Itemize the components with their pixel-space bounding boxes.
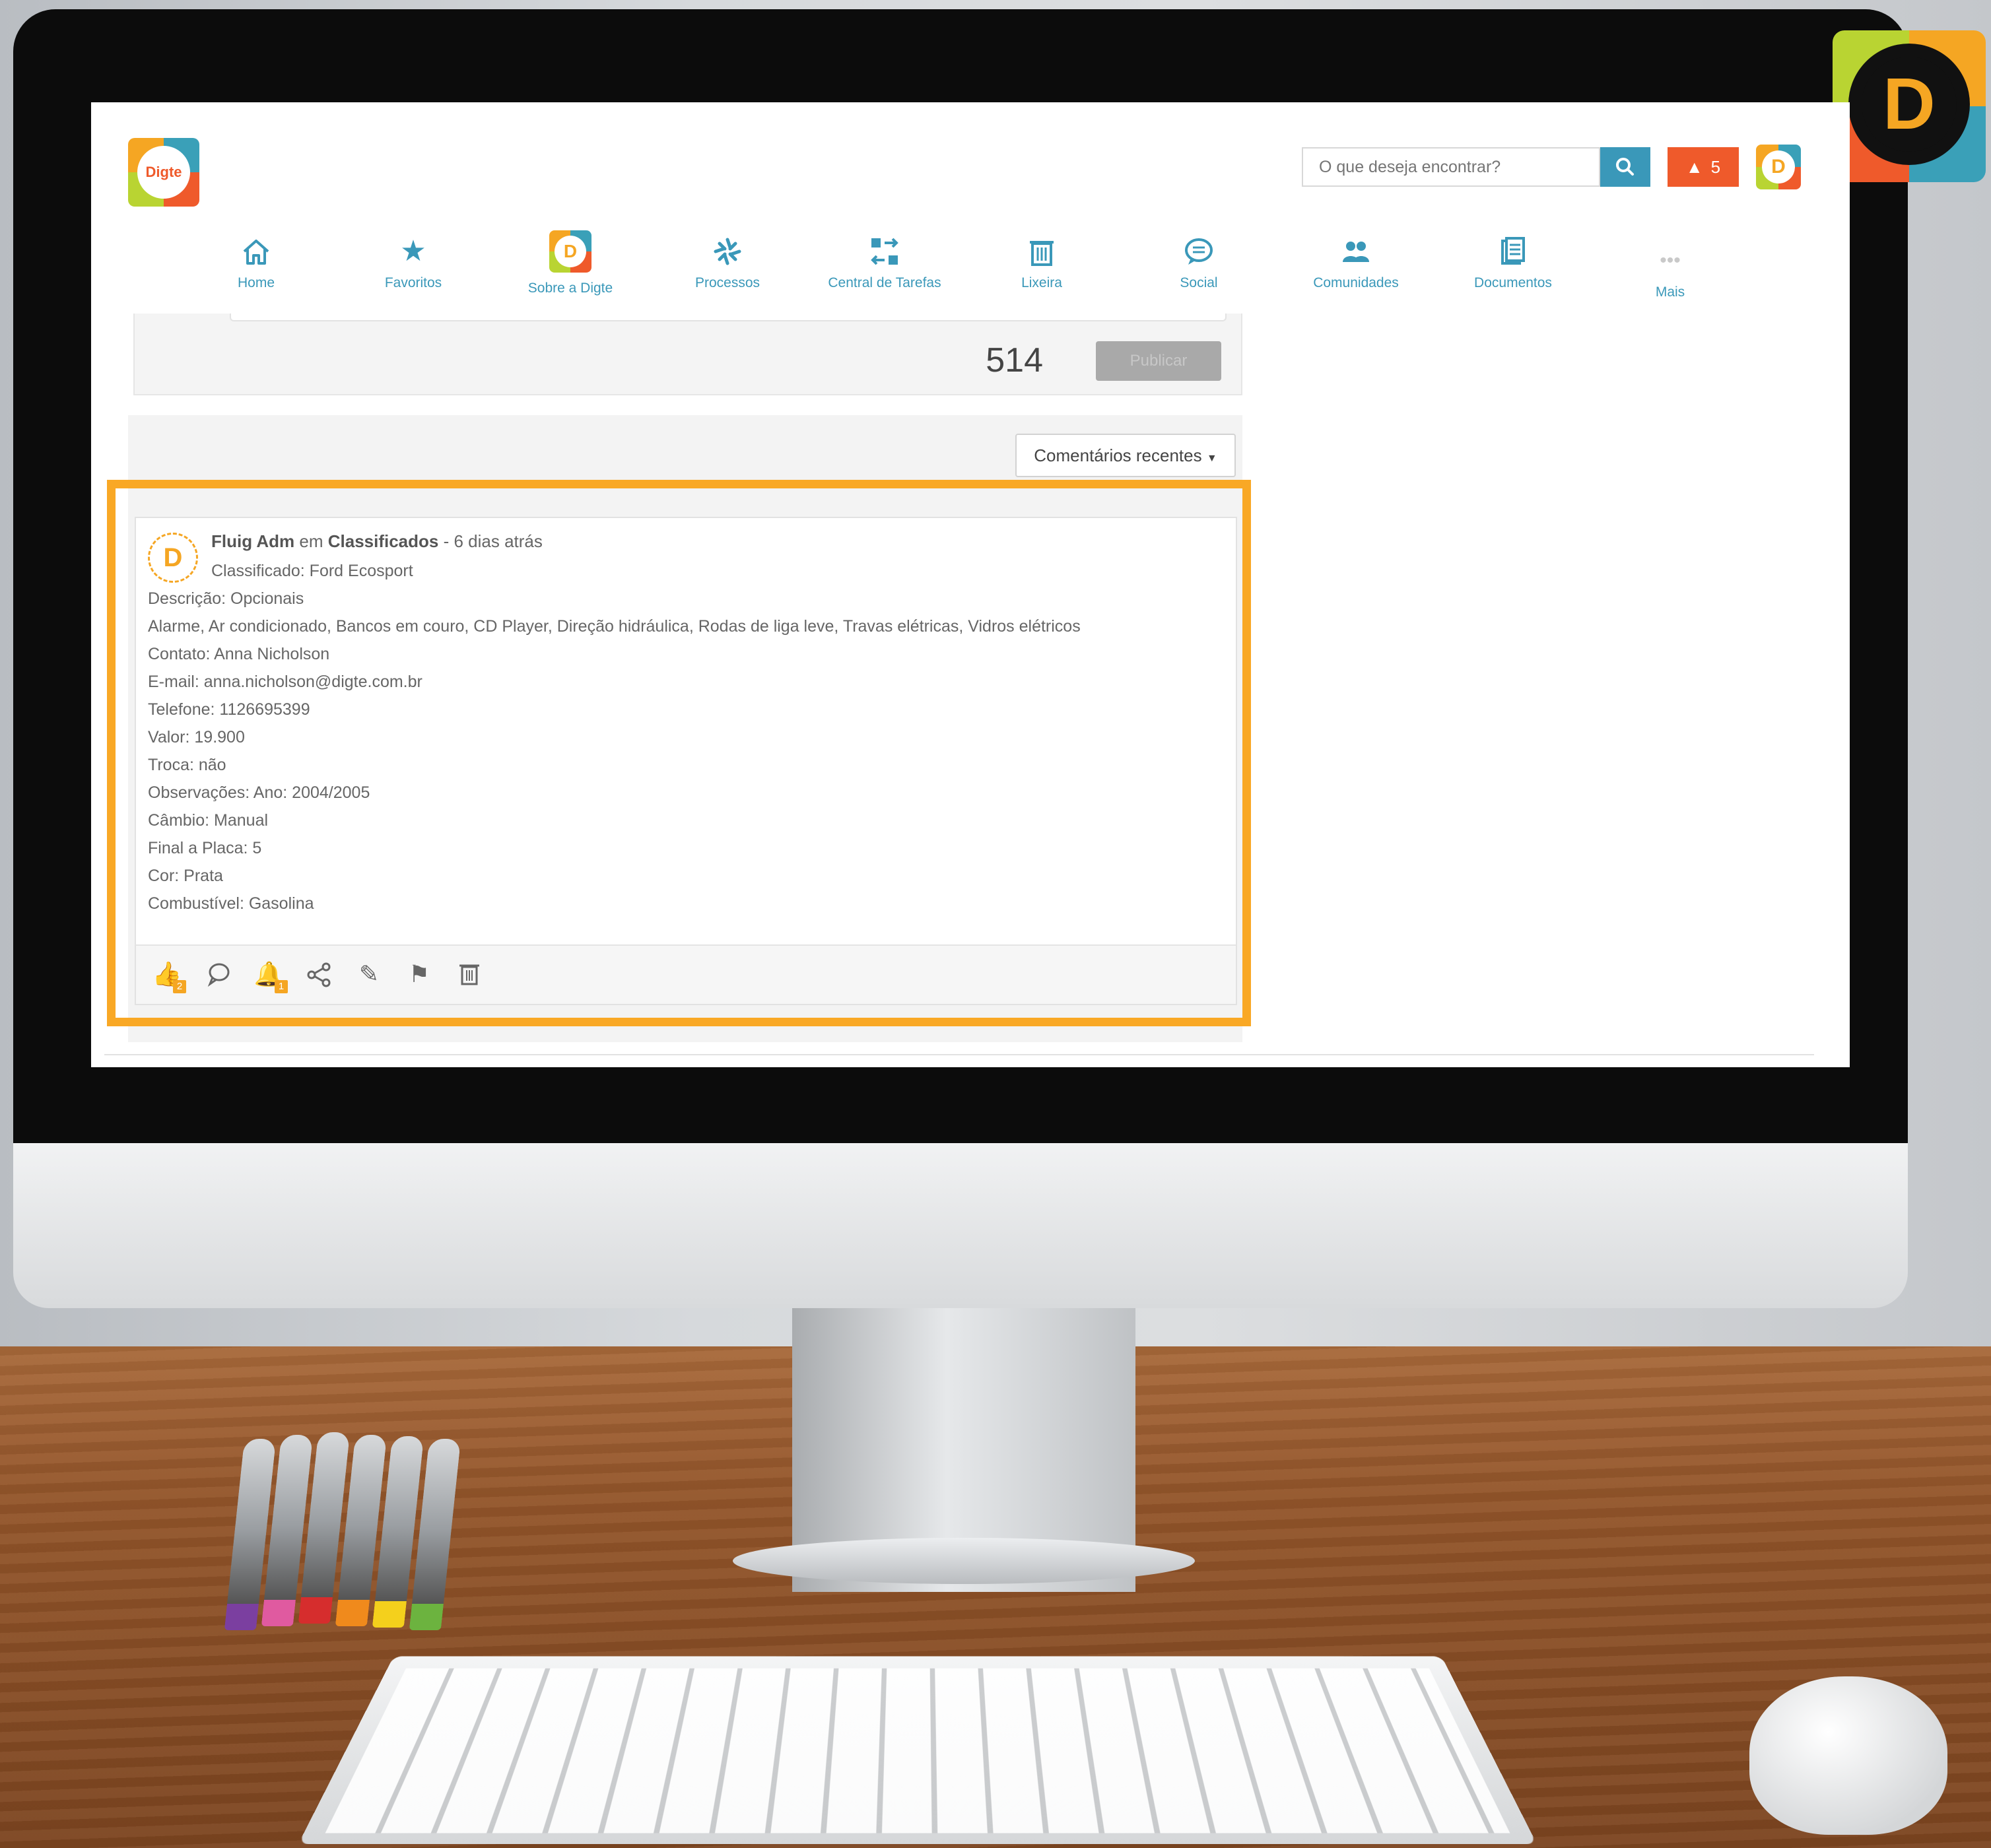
markers: [224, 1432, 472, 1630]
home-icon: [243, 240, 269, 265]
nav-documentos[interactable]: Documentos: [1440, 234, 1586, 291]
trash-icon: [1030, 241, 1054, 266]
nav-social[interactable]: Social: [1126, 234, 1271, 291]
chat-icon: [1185, 238, 1213, 265]
alerts-button[interactable]: ▲ 5: [1668, 147, 1739, 187]
nav-sobre-label: Sobre a Digte: [527, 280, 613, 296]
sort-dropdown-label: Comentários recentes: [1034, 446, 1202, 465]
monitor-foot: [733, 1538, 1195, 1584]
alerts-count: 5: [1710, 157, 1721, 177]
nav-social-label: Social: [1180, 275, 1218, 290]
search-box: [1302, 147, 1600, 187]
app-logo[interactable]: Digte: [128, 138, 199, 207]
divider: [104, 1054, 1814, 1055]
search-input[interactable]: [1303, 148, 1599, 185]
caret-down-icon: ▼: [1206, 453, 1217, 464]
main-nav: Home ★ Favoritos D Sobre a Digte Process…: [91, 230, 1850, 300]
char-counter: 514: [986, 341, 1043, 380]
nav-lixeira-label: Lixeira: [1021, 275, 1062, 290]
screen: Digte ▲5 D Home ★ Favoritos D Sobre a Di…: [91, 102, 1850, 1067]
nav-sobre[interactable]: D Sobre a Digte: [498, 230, 643, 296]
more-icon: •••: [1660, 249, 1681, 271]
communities-icon: [1343, 242, 1369, 262]
publish-button[interactable]: Publicar: [1096, 341, 1221, 381]
nav-mais[interactable]: ••• Mais: [1598, 244, 1743, 300]
monitor-chin: [13, 1143, 1908, 1308]
nav-home-label: Home: [237, 275, 275, 290]
nav-documentos-label: Documentos: [1474, 275, 1552, 290]
post-composer: [133, 314, 1242, 395]
nav-favoritos[interactable]: ★ Favoritos: [341, 234, 486, 291]
task-center-icon: [871, 238, 898, 265]
nav-processos-label: Processos: [694, 275, 760, 290]
nav-central-tarefas[interactable]: Central de Tarefas: [812, 234, 957, 291]
user-avatar-letter: D: [1762, 150, 1795, 183]
star-icon: ★: [400, 235, 426, 267]
search-button[interactable]: [1600, 147, 1650, 187]
documents-icon: [1501, 237, 1525, 265]
highlight-frame: [107, 480, 1251, 1026]
app-logo-text: Digte: [137, 146, 190, 199]
nav-home[interactable]: Home: [184, 234, 329, 291]
user-avatar[interactable]: D: [1756, 145, 1801, 189]
composer-input[interactable]: [230, 314, 1227, 321]
processes-icon: [714, 238, 741, 265]
search-icon: [1616, 158, 1634, 176]
warning-icon: ▲: [1685, 157, 1703, 177]
digte-logo-icon: D: [549, 230, 591, 273]
nav-favoritos-label: Favoritos: [384, 275, 442, 290]
nav-processos[interactable]: Processos: [655, 234, 800, 291]
keyboard: [298, 1656, 1537, 1845]
brand-corner-logo: D: [1833, 30, 1986, 182]
nav-comunidades-label: Comunidades: [1313, 275, 1399, 290]
nav-comunidades[interactable]: Comunidades: [1283, 234, 1429, 291]
sort-dropdown[interactable]: Comentários recentes ▼: [1015, 434, 1236, 477]
nav-central-tarefas-label: Central de Tarefas: [828, 275, 941, 290]
mouse: [1749, 1676, 1947, 1835]
nav-mais-label: Mais: [1655, 284, 1685, 300]
nav-lixeira[interactable]: Lixeira: [969, 234, 1114, 291]
